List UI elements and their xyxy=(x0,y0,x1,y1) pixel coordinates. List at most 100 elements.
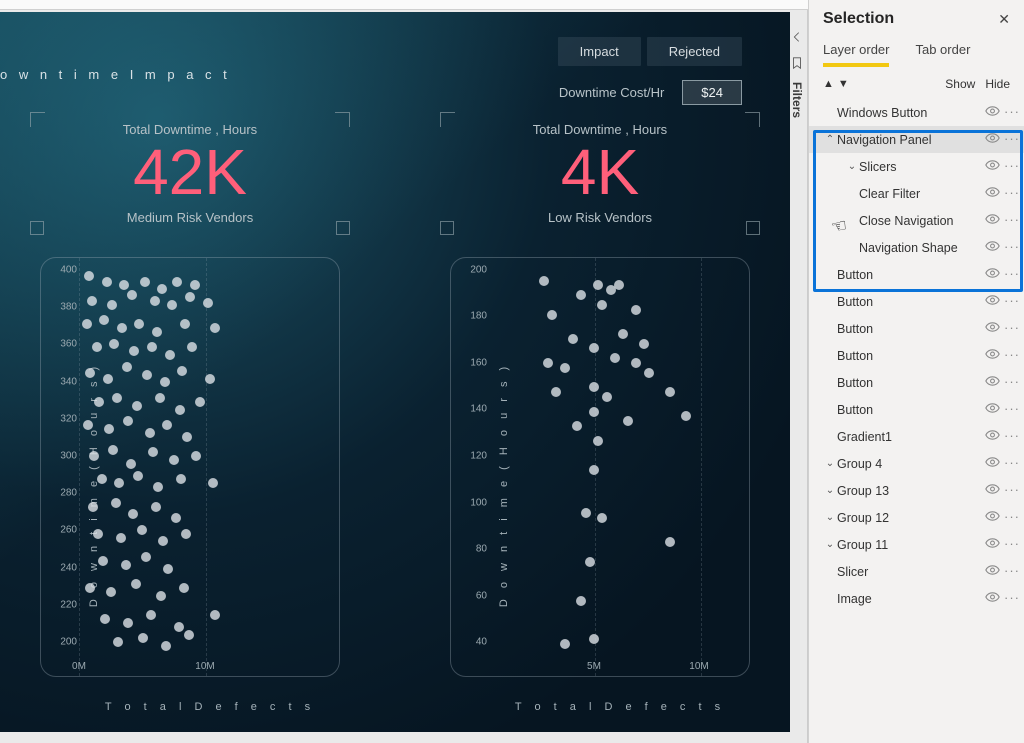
scatter-point[interactable] xyxy=(147,342,157,352)
scatter-point[interactable] xyxy=(210,323,220,333)
visibility-icon[interactable] xyxy=(985,158,1000,175)
scatter-point[interactable] xyxy=(547,310,557,320)
scatter-point[interactable] xyxy=(593,436,603,446)
scatter-point[interactable] xyxy=(602,392,612,402)
chevron-up-icon[interactable]: ⌃ xyxy=(823,134,837,145)
more-icon[interactable]: ··· xyxy=(1004,541,1020,548)
scatter-point[interactable] xyxy=(132,401,142,411)
visibility-icon[interactable] xyxy=(985,185,1000,202)
scatter-point[interactable] xyxy=(141,552,151,562)
scatter-point[interactable] xyxy=(208,478,218,488)
visibility-icon[interactable] xyxy=(985,509,1000,526)
visibility-icon[interactable] xyxy=(985,347,1000,364)
scatter-point[interactable] xyxy=(610,353,620,363)
scatter-point[interactable] xyxy=(589,382,599,392)
scatter-point[interactable] xyxy=(114,478,124,488)
scatter-point[interactable] xyxy=(614,280,624,290)
scatter-point[interactable] xyxy=(589,407,599,417)
visibility-icon[interactable] xyxy=(985,374,1000,391)
tab-tab-order[interactable]: Tab order xyxy=(915,42,970,67)
tree-item[interactable]: Button··· xyxy=(809,342,1024,369)
chevron-down-icon[interactable]: ⌄ xyxy=(823,485,837,496)
visibility-icon[interactable] xyxy=(985,536,1000,553)
scatter-point[interactable] xyxy=(87,296,97,306)
scatter-point[interactable] xyxy=(156,591,166,601)
scatter-point[interactable] xyxy=(539,276,549,286)
scatter-point[interactable] xyxy=(129,346,139,356)
scatter-point[interactable] xyxy=(150,296,160,306)
scatter-point[interactable] xyxy=(176,474,186,484)
visibility-icon[interactable] xyxy=(985,320,1000,337)
scatter-point[interactable] xyxy=(560,639,570,649)
scatter-point[interactable] xyxy=(623,416,633,426)
scatter-point[interactable] xyxy=(165,350,175,360)
scatter-point[interactable] xyxy=(140,277,150,287)
scatter-point[interactable] xyxy=(111,498,121,508)
scatter-point[interactable] xyxy=(113,637,123,647)
more-icon[interactable]: ··· xyxy=(1004,136,1020,143)
visibility-icon[interactable] xyxy=(985,212,1000,229)
scatter-point[interactable] xyxy=(179,583,189,593)
chevron-down-icon[interactable]: ⌄ xyxy=(823,512,837,523)
more-icon[interactable]: ··· xyxy=(1004,190,1020,197)
scatter-point[interactable] xyxy=(99,315,109,325)
scatter-point[interactable] xyxy=(162,420,172,430)
scatter-point[interactable] xyxy=(133,471,143,481)
more-icon[interactable]: ··· xyxy=(1004,487,1020,494)
scatter-point[interactable] xyxy=(576,596,586,606)
scatter-point[interactable] xyxy=(182,432,192,442)
chevron-down-icon[interactable]: ⌄ xyxy=(823,458,837,469)
scatter-point[interactable] xyxy=(112,393,122,403)
scatter-point[interactable] xyxy=(97,474,107,484)
tab-layer-order[interactable]: Layer order xyxy=(823,42,889,67)
tree-item[interactable]: Slicer··· xyxy=(809,558,1024,585)
scatter-point[interactable] xyxy=(589,465,599,475)
scatter-point[interactable] xyxy=(82,319,92,329)
more-icon[interactable]: ··· xyxy=(1004,514,1020,521)
scatter-point[interactable] xyxy=(576,290,586,300)
tree-item[interactable]: Button··· xyxy=(809,315,1024,342)
scatter-point[interactable] xyxy=(185,292,195,302)
scatter-point[interactable] xyxy=(184,630,194,640)
scatter-point[interactable] xyxy=(107,300,117,310)
visibility-icon[interactable] xyxy=(985,239,1000,256)
more-icon[interactable]: ··· xyxy=(1004,271,1020,278)
scatter-point[interactable] xyxy=(89,451,99,461)
scatter-point[interactable] xyxy=(163,564,173,574)
scatter-point[interactable] xyxy=(543,358,553,368)
scatter-point[interactable] xyxy=(93,529,103,539)
scatter-point[interactable] xyxy=(100,614,110,624)
scatter-point[interactable] xyxy=(102,277,112,287)
scatter-point[interactable] xyxy=(88,502,98,512)
more-icon[interactable]: ··· xyxy=(1004,352,1020,359)
scatter-point[interactable] xyxy=(581,508,591,518)
visibility-icon[interactable] xyxy=(985,563,1000,580)
close-icon[interactable]: ✕ xyxy=(998,11,1010,28)
scatter-low-risk[interactable]: D o w n t i m e ( H o u r s ) 4060801001… xyxy=(410,257,790,713)
more-icon[interactable]: ··· xyxy=(1004,595,1020,602)
visibility-icon[interactable] xyxy=(985,455,1000,472)
scatter-point[interactable] xyxy=(593,280,603,290)
scatter-point[interactable] xyxy=(119,280,129,290)
scatter-point[interactable] xyxy=(191,451,201,461)
tree-item[interactable]: Button··· xyxy=(809,288,1024,315)
tree-item[interactable]: Image··· xyxy=(809,585,1024,612)
show-link[interactable]: Show xyxy=(945,77,975,91)
scatter-point[interactable] xyxy=(203,298,213,308)
bookmark-icon[interactable] xyxy=(790,56,804,70)
scatter-point[interactable] xyxy=(145,428,155,438)
scatter-point[interactable] xyxy=(167,300,177,310)
scatter-point[interactable] xyxy=(137,525,147,535)
more-icon[interactable]: ··· xyxy=(1004,163,1020,170)
tree-item[interactable]: Button··· xyxy=(809,369,1024,396)
scatter-point[interactable] xyxy=(134,319,144,329)
scatter-medium-risk[interactable]: D o w n t i m e ( H o u r s ) 2002202402… xyxy=(0,257,380,713)
scatter-point[interactable] xyxy=(157,284,167,294)
chevron-left-icon[interactable] xyxy=(790,30,804,44)
more-icon[interactable]: ··· xyxy=(1004,460,1020,467)
scatter-point[interactable] xyxy=(127,290,137,300)
move-up-icon[interactable]: ▲ xyxy=(823,78,834,90)
tree-item[interactable]: Button··· xyxy=(809,261,1024,288)
filters-rail[interactable]: Filters xyxy=(785,30,809,118)
scatter-point[interactable] xyxy=(551,387,561,397)
